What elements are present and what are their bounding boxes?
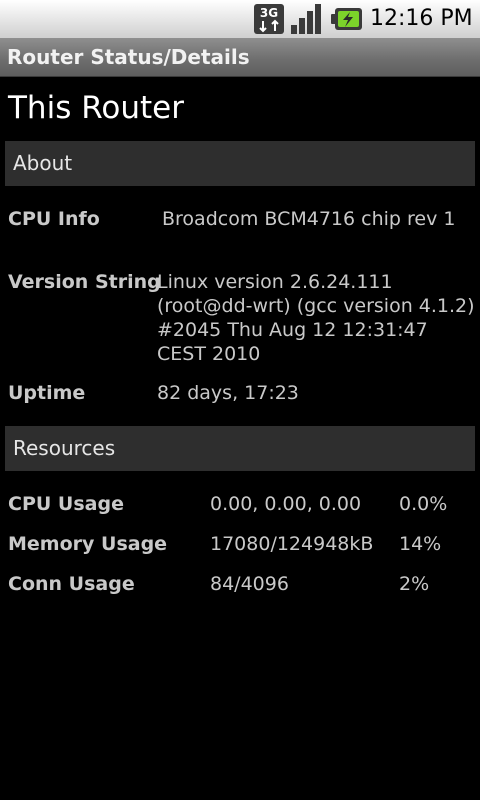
cpu-usage-percent: 0.0% bbox=[399, 493, 448, 515]
page-title: This Router bbox=[8, 90, 184, 126]
version-string-value: Linux version 2.6.24.111 (root@dd-wrt) (… bbox=[157, 270, 475, 366]
battery-charging-icon bbox=[331, 8, 362, 30]
version-string-line: (root@dd-wrt) (gcc version 4.1.2) bbox=[157, 295, 475, 317]
version-string-label: Version String bbox=[8, 271, 161, 293]
screen-title: Router Status/Details bbox=[7, 45, 250, 69]
3g-data-icon: 3G bbox=[254, 4, 284, 34]
status-bar-clock: 12:16 PM bbox=[370, 6, 473, 31]
memory-usage-percent: 14% bbox=[399, 533, 442, 555]
section-label-about: About bbox=[13, 151, 73, 175]
version-string-line: CEST 2010 bbox=[157, 343, 261, 365]
section-header-resources: Resources bbox=[5, 426, 475, 471]
section-header-about: About bbox=[5, 141, 475, 186]
section-label-resources: Resources bbox=[13, 436, 116, 460]
cpu-usage-label: CPU Usage bbox=[8, 493, 124, 515]
signal-strength-icon bbox=[291, 4, 321, 34]
svg-text:3G: 3G bbox=[260, 6, 278, 20]
cpu-info-value: Broadcom BCM4716 chip rev 1 bbox=[162, 208, 456, 230]
memory-usage-label: Memory Usage bbox=[8, 533, 168, 555]
uptime-value: 82 days, 17:23 bbox=[157, 382, 299, 404]
status-bar: 3G 12:16 PM bbox=[0, 0, 480, 38]
uptime-label: Uptime bbox=[8, 382, 86, 404]
conn-usage-label: Conn Usage bbox=[8, 573, 135, 595]
version-string-line: Linux version 2.6.24.111 bbox=[157, 271, 393, 293]
cpu-info-label: CPU Info bbox=[8, 208, 100, 230]
title-bar: Router Status/Details bbox=[0, 38, 480, 77]
conn-usage-value: 84/4096 bbox=[210, 573, 289, 595]
conn-usage-percent: 2% bbox=[399, 573, 430, 595]
cpu-usage-value: 0.00, 0.00, 0.00 bbox=[210, 493, 362, 515]
memory-usage-value: 17080/124948kB bbox=[210, 533, 374, 555]
version-string-line: #2045 Thu Aug 12 12:31:47 bbox=[157, 319, 428, 341]
